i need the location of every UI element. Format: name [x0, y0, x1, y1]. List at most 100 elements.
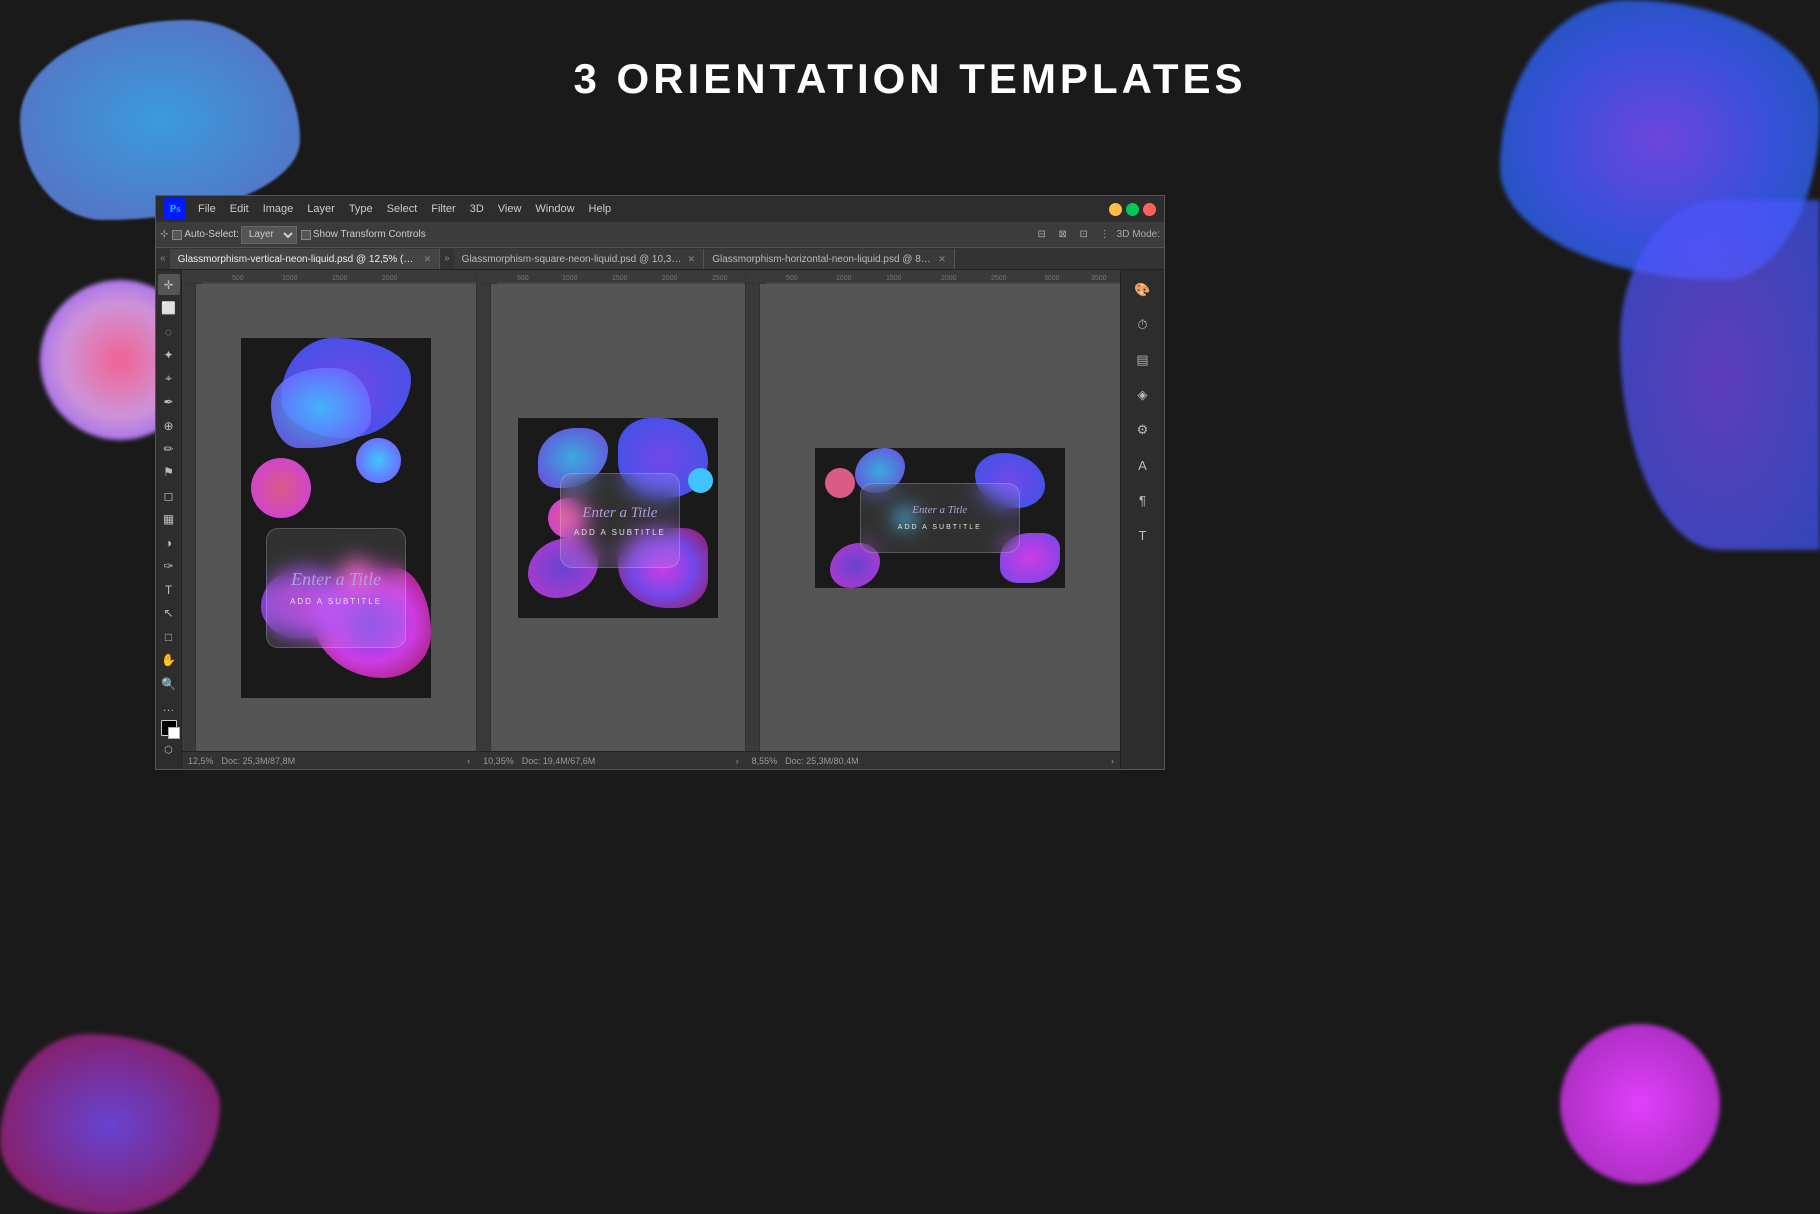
- move-tool[interactable]: ✛: [158, 274, 180, 295]
- more-tools[interactable]: …: [158, 696, 180, 717]
- ps-content: ✛ ⬜ ◌ ✦ ⌖ ✒ ⊕ ✏ ⚑ ◻ ▦ ◑ ✑ T ↖ □ ✋ 🔍 … ⬡: [156, 270, 1164, 769]
- menu-filter[interactable]: Filter: [425, 201, 461, 217]
- decorative-blob-top-left: [20, 20, 300, 220]
- auto-select-checkbox[interactable]: [172, 230, 182, 240]
- distribute-icon[interactable]: ⋮: [1096, 226, 1114, 244]
- menu-3d[interactable]: 3D: [464, 201, 490, 217]
- ruler-vertical-v: [182, 284, 196, 751]
- canvas-panel-vertical: 500 1000 1500 2000: [182, 270, 477, 769]
- pen-tool[interactable]: ✑: [158, 556, 180, 577]
- window-controls: [1109, 203, 1156, 216]
- menu-file[interactable]: File: [192, 201, 222, 217]
- ps-menu-bar: File Edit Image Layer Type Select Filter…: [192, 201, 1103, 217]
- canvas-panel-horizontal: 500 1000 1500 2000 2500 3000 3500 4000: [746, 270, 1120, 769]
- svg-text:500: 500: [517, 275, 529, 282]
- canvas-area-square: Enter a Title ADD A SUBTITLE: [477, 284, 744, 751]
- ruler-horizontal-square: 500 1000 1500 2000 2500: [477, 270, 744, 284]
- right-tool-adjustments[interactable]: ◈: [1127, 379, 1159, 411]
- svg-text:1000: 1000: [562, 275, 578, 282]
- tab-square[interactable]: Glassmorphism-square-neon-liquid.psd @ 1…: [454, 249, 705, 269]
- artwork-horizontal: Enter a Title ADD A SUBTITLE: [815, 448, 1065, 588]
- decorative-blob-top-right: [1500, 0, 1820, 280]
- menu-help[interactable]: Help: [583, 201, 618, 217]
- svg-text:1000: 1000: [282, 275, 298, 282]
- canvas-area-vertical: Enter a Title ADD A SUBTITLE: [182, 284, 476, 751]
- artwork-square: Enter a Title ADD A SUBTITLE: [518, 418, 718, 618]
- brush-tool[interactable]: ✏: [158, 438, 180, 459]
- right-tool-layers[interactable]: ▤: [1127, 344, 1159, 376]
- gradient-tool[interactable]: ▦: [158, 509, 180, 530]
- ps-logo: Ps: [164, 198, 186, 220]
- status-bar-square: 10,35% Doc: 19,4M/67,6M ›: [477, 751, 744, 769]
- align-right-icon[interactable]: ⊡: [1075, 226, 1093, 244]
- menu-layer[interactable]: Layer: [301, 201, 341, 217]
- canvas-subtitle-vertical: ADD A SUBTITLE: [290, 597, 382, 606]
- right-tool-paragraph[interactable]: ¶: [1127, 484, 1159, 516]
- toolbar-icons: ⊟ ⊠ ⊡ ⋮ 3D Mode:: [1033, 226, 1160, 244]
- svg-text:2500: 2500: [991, 275, 1007, 282]
- hand-tool[interactable]: ✋: [158, 650, 180, 671]
- photoshop-window: Ps File Edit Image Layer Type Select Fil…: [155, 195, 1165, 770]
- right-tool-type[interactable]: T: [1127, 519, 1159, 551]
- magic-wand-tool[interactable]: ✦: [158, 344, 180, 365]
- right-tool-colorpicker[interactable]: 🎨: [1127, 274, 1159, 306]
- canvas-panel-square: 500 1000 1500 2000 2500: [477, 270, 745, 769]
- tab-horizontal[interactable]: Glassmorphism-horizontal-neon-liquid.psd…: [704, 249, 955, 269]
- align-center-icon[interactable]: ⊠: [1054, 226, 1072, 244]
- tab-vertical[interactable]: Glassmorphism-vertical-neon-liquid.psd @…: [170, 249, 441, 269]
- path-select-tool[interactable]: ↖: [158, 603, 180, 624]
- rectangular-select-tool[interactable]: ⬜: [158, 297, 180, 318]
- 3d-mode-label: 3D Mode:: [1117, 229, 1160, 240]
- tab-scroll-left[interactable]: «: [156, 253, 170, 264]
- tab-horizontal-close[interactable]: ✕: [938, 254, 946, 265]
- svg-text:3500: 3500: [1091, 275, 1107, 282]
- right-tool-character[interactable]: A: [1127, 449, 1159, 481]
- menu-type[interactable]: Type: [343, 201, 379, 217]
- heal-tool[interactable]: ⊕: [158, 415, 180, 436]
- tab-square-label: Glassmorphism-square-neon-liquid.psd @ 1…: [462, 254, 682, 265]
- page-title: 3 ORIENTATION TEMPLATES: [573, 55, 1246, 103]
- ruler-vertical-h: [746, 284, 760, 751]
- tab-square-close[interactable]: ✕: [688, 254, 696, 265]
- crop-tool[interactable]: ⌖: [158, 368, 180, 389]
- lasso-tool[interactable]: ◌: [158, 321, 180, 342]
- align-left-icon[interactable]: ⊟: [1033, 226, 1051, 244]
- doc-info-horizontal: Doc: 25,3M/80,4M: [785, 756, 859, 766]
- menu-window[interactable]: Window: [529, 201, 580, 217]
- minimize-button[interactable]: [1109, 203, 1122, 216]
- quick-mask[interactable]: ⬡: [158, 739, 180, 761]
- zoom-level-horizontal: 8,55%: [752, 756, 778, 766]
- decorative-blob-bottom-right: [1560, 1024, 1720, 1184]
- svg-text:500: 500: [786, 275, 798, 282]
- tab-scroll-mid[interactable]: »: [440, 253, 454, 264]
- eyedropper-tool[interactable]: ✒: [158, 391, 180, 412]
- transform-controls-checkbox[interactable]: [301, 230, 311, 240]
- tab-vertical-close[interactable]: ✕: [424, 254, 432, 265]
- eraser-tool[interactable]: ◻: [158, 485, 180, 506]
- ruler-svg-h3: 500 1000 1500 2000 2500 3000 3500 4000: [766, 270, 1120, 284]
- menu-edit[interactable]: Edit: [224, 201, 255, 217]
- maximize-button[interactable]: [1126, 203, 1139, 216]
- transform-controls-group: Show Transform Controls: [301, 229, 426, 240]
- ruler-vertical-sq: [477, 284, 491, 751]
- svg-text:1500: 1500: [886, 275, 902, 282]
- ps-left-toolbox: ✛ ⬜ ◌ ✦ ⌖ ✒ ⊕ ✏ ⚑ ◻ ▦ ◑ ✑ T ↖ □ ✋ 🔍 … ⬡: [156, 270, 182, 769]
- doc-info-vertical: Doc: 25,3M/87,8M: [222, 756, 296, 766]
- menu-image[interactable]: Image: [257, 201, 300, 217]
- right-tool-history[interactable]: ⏱: [1127, 309, 1159, 341]
- dodge-tool[interactable]: ◑: [158, 532, 180, 553]
- right-tool-properties[interactable]: ⚙: [1127, 414, 1159, 446]
- ruler-svg-h2: 500 1000 1500 2000 2500: [497, 270, 744, 284]
- close-button[interactable]: [1143, 203, 1156, 216]
- decorative-blob-bottom-left: [0, 1034, 220, 1214]
- clone-stamp-tool[interactable]: ⚑: [158, 462, 180, 483]
- shape-tool[interactable]: □: [158, 626, 180, 647]
- foreground-color[interactable]: [161, 720, 177, 736]
- scroll-indicator-square: ›: [736, 756, 739, 766]
- auto-select-dropdown[interactable]: Layer Group: [241, 226, 297, 244]
- menu-view[interactable]: View: [492, 201, 528, 217]
- zoom-tool[interactable]: 🔍: [158, 673, 180, 694]
- text-tool[interactable]: T: [158, 579, 180, 600]
- menu-select[interactable]: Select: [381, 201, 424, 217]
- glass-card-vertical: Enter a Title ADD A SUBTITLE: [266, 528, 406, 648]
